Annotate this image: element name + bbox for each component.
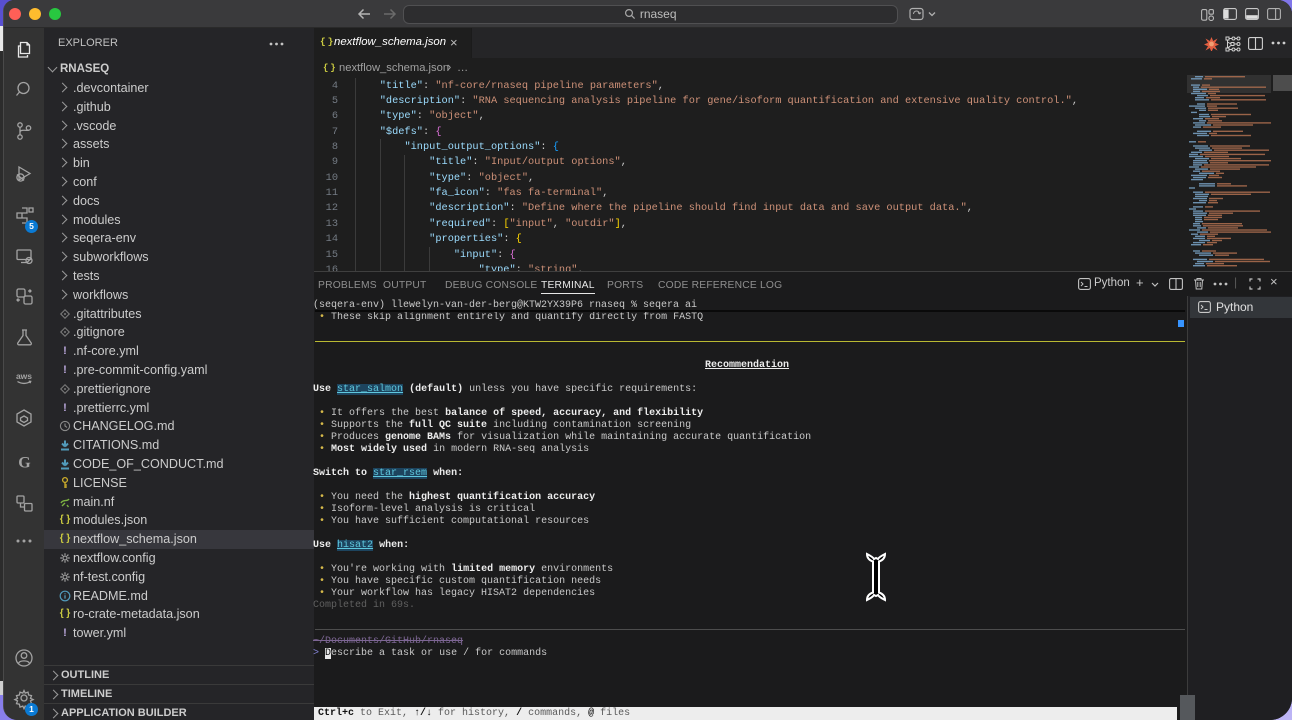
svg-text:aws: aws <box>16 371 32 381</box>
svg-text:G: G <box>18 455 31 472</box>
